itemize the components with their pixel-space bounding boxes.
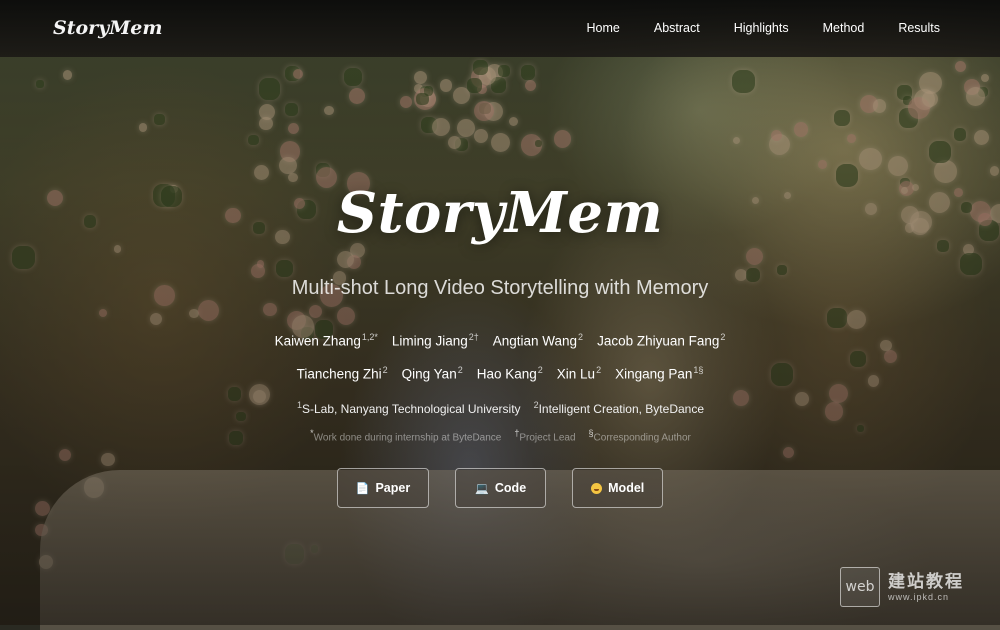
link-buttons: 📄 Paper 💻 Code Model xyxy=(0,468,1000,508)
top-navbar: StoryMem Home Abstract Highlights Method… xyxy=(0,0,1000,57)
nav-abstract[interactable]: Abstract xyxy=(654,21,700,35)
hugging-face-icon xyxy=(591,482,603,494)
authors-row-2: Tiancheng Zhi2 Qing Yan2 Hao Kang2 Xin L… xyxy=(0,365,1000,382)
nav-results[interactable]: Results xyxy=(898,21,940,35)
code-button-label: Code xyxy=(494,481,527,495)
laptop-icon: 💻 xyxy=(475,482,489,495)
note-corresponding: §Corresponding Author xyxy=(588,428,691,444)
author-notes: *Work done during internship at ByteDanc… xyxy=(0,428,1000,443)
paper-button-label: Paper xyxy=(375,481,411,495)
author-xingang-pan: Xingang Pan1§ xyxy=(615,365,704,382)
author-xin-lu: Xin Lu2 xyxy=(556,365,602,382)
brand-logo[interactable]: StoryMem xyxy=(53,17,162,39)
affiliation-2: 2Intelligent Creation, ByteDance xyxy=(533,400,705,416)
note-internship: *Work done during internship at ByteDanc… xyxy=(310,428,502,444)
nav-menu: Home Abstract Highlights Method Results xyxy=(587,21,940,35)
author-jacob-zhiyuan-fang: Jacob Zhiyuan Fang2 xyxy=(597,332,726,349)
watermark-cn: 建站教程 xyxy=(888,572,964,592)
author-qing-yan: Qing Yan2 xyxy=(401,365,463,382)
dark-overlay xyxy=(0,0,1000,625)
watermark-text: 建站教程 www.ipkd.cn xyxy=(888,572,964,602)
author-tiancheng-zhi: Tiancheng Zhi2 xyxy=(296,365,388,382)
authors-row-1: Kaiwen Zhang1,2* Liming Jiang2† Angtian … xyxy=(0,332,1000,349)
nav-home[interactable]: Home xyxy=(587,21,620,35)
watermark-logo: web xyxy=(840,567,880,607)
nav-method[interactable]: Method xyxy=(823,21,865,35)
page-title: StoryMem xyxy=(336,180,664,246)
author-liming-jiang: Liming Jiang2† xyxy=(391,332,479,349)
code-button[interactable]: 💻 Code xyxy=(455,468,547,508)
watermark: web 建站教程 www.ipkd.cn xyxy=(840,565,964,609)
model-button[interactable]: Model xyxy=(572,468,664,508)
watermark-url: www.ipkd.cn xyxy=(888,591,950,602)
paper-button[interactable]: 📄 Paper xyxy=(336,468,430,508)
page-subtitle: Multi-shot Long Video Storytelling with … xyxy=(291,277,709,299)
affiliation-1: 1S-Lab, Nanyang Technological University xyxy=(296,400,521,416)
author-hao-kang: Hao Kang2 xyxy=(476,365,543,382)
author-kaiwen-zhang: Kaiwen Zhang1,2* xyxy=(274,332,378,349)
model-button-label: Model xyxy=(608,481,645,495)
note-project-lead: †Project Lead xyxy=(514,428,576,444)
affiliations: 1S-Lab, Nanyang Technological University… xyxy=(0,400,1000,416)
author-angtian-wang: Angtian Wang2 xyxy=(492,332,584,349)
document-icon: 📄 xyxy=(355,482,370,495)
nav-highlights[interactable]: Highlights xyxy=(734,21,789,35)
